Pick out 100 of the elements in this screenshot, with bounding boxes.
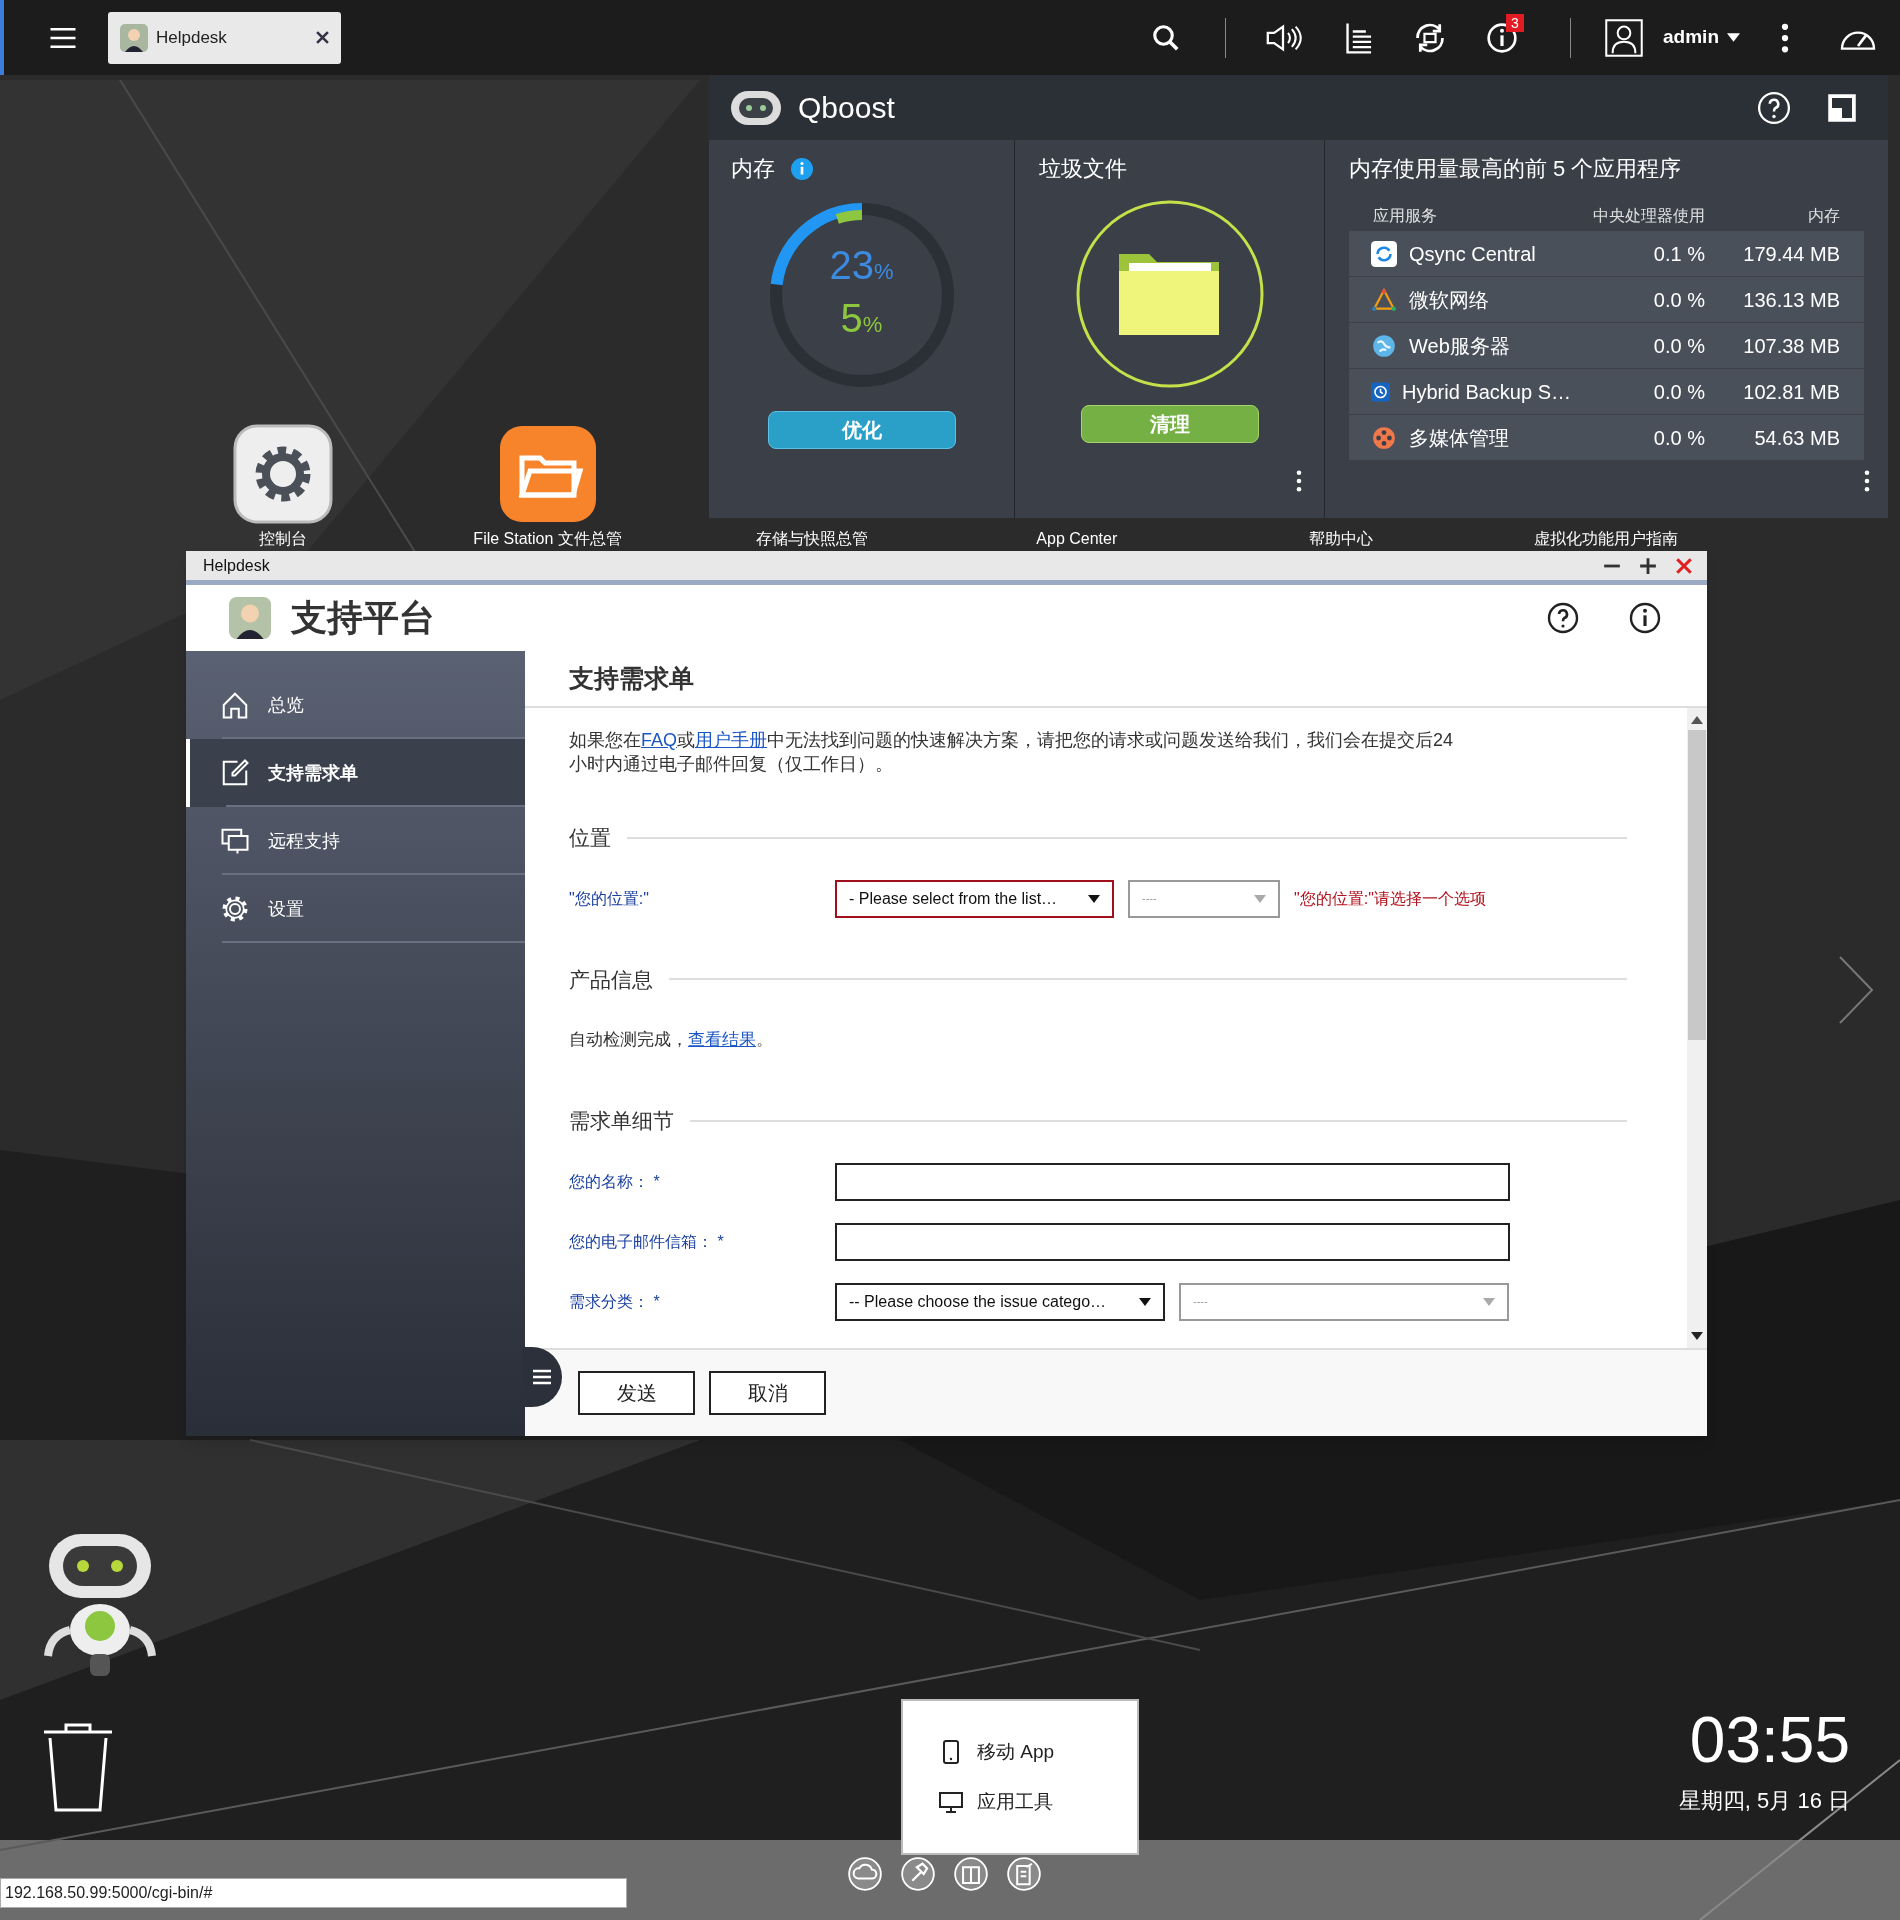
desktop-icon-label[interactable]: 虚拟化功能用户指南 [1534,527,1678,551]
info-icon[interactable] [791,157,813,180]
cpu-usage: 0.0 % [1652,425,1705,451]
section-heading: 位置 [569,825,611,851]
maximize-icon[interactable] [1639,556,1657,575]
caret-icon [1727,33,1740,42]
cpu-usage: 0.0 % [1652,379,1705,405]
column-header: 应用服务 [1373,206,1438,226]
tab-label: Helpdesk [156,26,228,49]
settings-icon [220,894,250,924]
home-icon [220,690,250,720]
memory-usage: 136.13 MB [1742,287,1840,313]
input-field[interactable] [835,1162,1510,1201]
folder-icon[interactable] [498,424,598,524]
page-title: 支持需求单 [525,651,1707,708]
memory-reading: 23% [829,242,894,289]
menu-item[interactable]: 应用工具 [939,1788,1137,1817]
sidebar-item[interactable]: 总览 [186,671,525,739]
scroll-down-icon[interactable] [1691,1332,1703,1340]
field-label: 需求分类： * [569,1291,661,1312]
dropdown[interactable]: -- Please choose the issue catego… [835,1282,1165,1321]
clock-time: 03:55 [1689,1703,1850,1778]
app-name: Qsync Central [1409,241,1536,267]
app-name: 微软网络 [1409,287,1489,313]
scroll-thumb[interactable] [1688,730,1706,1040]
text-link[interactable]: 查看结果 [688,1030,756,1050]
app-tab[interactable]: Helpdesk [108,11,341,64]
status-url: 192.168.50.99:5000/cgi-bin/# [0,1878,627,1908]
triangle-icon [1371,286,1397,313]
memory-usage: 179.44 MB [1742,241,1840,267]
cpu-reading: 5% [840,295,883,342]
clock-date: 星期四, 5月 16 日 [1678,1787,1850,1815]
menu-item[interactable]: 移动 App [939,1737,1137,1766]
globe-icon [1371,332,1397,359]
more-icon[interactable] [1864,470,1870,492]
panel-title: Qboost [798,90,896,126]
section-heading: 产品信息 [569,966,653,993]
memory-usage: 54.63 MB [1753,425,1840,451]
monitor-icon [220,826,250,856]
footer-button[interactable]: 发送 [578,1371,695,1415]
film-reel-icon [1371,424,1397,451]
sidebar-item[interactable]: 远程支持 [186,807,525,875]
scroll-up-icon[interactable] [1691,716,1703,724]
sidebar-item[interactable]: 设置 [186,875,525,943]
robot-icon [730,89,782,126]
desktop-icon-label[interactable]: 帮助中心 [1309,527,1374,551]
footer-button[interactable]: 取消 [709,1371,826,1415]
gear-icon[interactable] [233,424,333,524]
agent-icon [120,23,148,52]
menu-icon [533,1369,551,1385]
more-icon[interactable] [1780,22,1790,53]
intro-text: 如果您在FAQ或用户手册中无法找到问题的快速解决方案，请把您的请求或问题发送给我们，我们会在提交后24 小时内通过电子邮件回复（仅工作日）。 [569,729,1455,776]
section-title: 垃圾文件 [1039,155,1127,183]
text-link[interactable]: 用户手册 [695,730,767,750]
desktop-icon-label[interactable]: 存储与快照总管 [756,527,869,551]
close-icon[interactable] [316,31,329,44]
user-icon[interactable] [1605,18,1644,57]
text-link[interactable]: FAQ [641,730,677,750]
sidebar-item[interactable]: 支持需求单 [186,739,525,807]
desktop-icon-label[interactable]: App Center [1036,527,1118,551]
panel-toggle-icon[interactable] [1827,92,1857,123]
cpu-usage: 0.0 % [1652,287,1705,313]
user-menu[interactable]: admin [1663,23,1740,52]
memory-usage: 107.38 MB [1742,333,1840,359]
help-icon[interactable] [1547,602,1579,634]
desktop-icon-label[interactable]: 控制台 [259,527,307,551]
trash-icon[interactable] [42,1722,114,1812]
more-icon[interactable] [1296,470,1302,492]
cpu-usage: 0.1 % [1652,241,1705,267]
app-name: Web服务器 [1409,333,1510,359]
caret-icon [1139,1297,1151,1306]
section-heading: 需求单细节 [569,1108,674,1134]
error-message: "您的位置:"请选择一个选项 [1294,888,1486,909]
edit-icon [220,758,250,788]
folder-icon [1074,199,1265,389]
caret-icon [1088,894,1100,903]
desktop-icon-label[interactable]: File Station 文件总管 [473,527,622,551]
sync-icon [1371,240,1397,267]
detection-note: 自动检测完成，查看结果。 [569,1029,773,1052]
app-title: 支持平台 [291,596,436,640]
app-name: Hybrid Backup S… [1402,379,1571,405]
column-header: 内存 [1807,206,1840,226]
app-name: 多媒体管理 [1409,425,1509,451]
window-title: Helpdesk [203,555,271,576]
section-title: 内存使用量最高的前 5 个应用程序 [1349,155,1683,183]
input-field[interactable] [835,1222,1510,1261]
cpu-usage: 0.0 % [1652,333,1705,359]
field-label: 您的名称： * [569,1171,661,1192]
memory-usage: 102.81 MB [1742,379,1840,405]
caret-icon [1483,1297,1495,1306]
column-header: 中央处理器使用 [1592,206,1705,226]
field-label: 您的电子邮件信箱： * [569,1231,725,1252]
section-title: 内存 [731,155,775,183]
agent-icon [229,597,271,639]
caret-icon [1254,894,1266,903]
field-label: "您的位置:" [569,888,650,909]
notification-badge: 3 [1506,13,1524,32]
scrollbar[interactable] [1687,708,1707,1348]
dropdown[interactable]: - Please select from the list… [835,879,1114,918]
info-icon[interactable] [1629,602,1661,634]
